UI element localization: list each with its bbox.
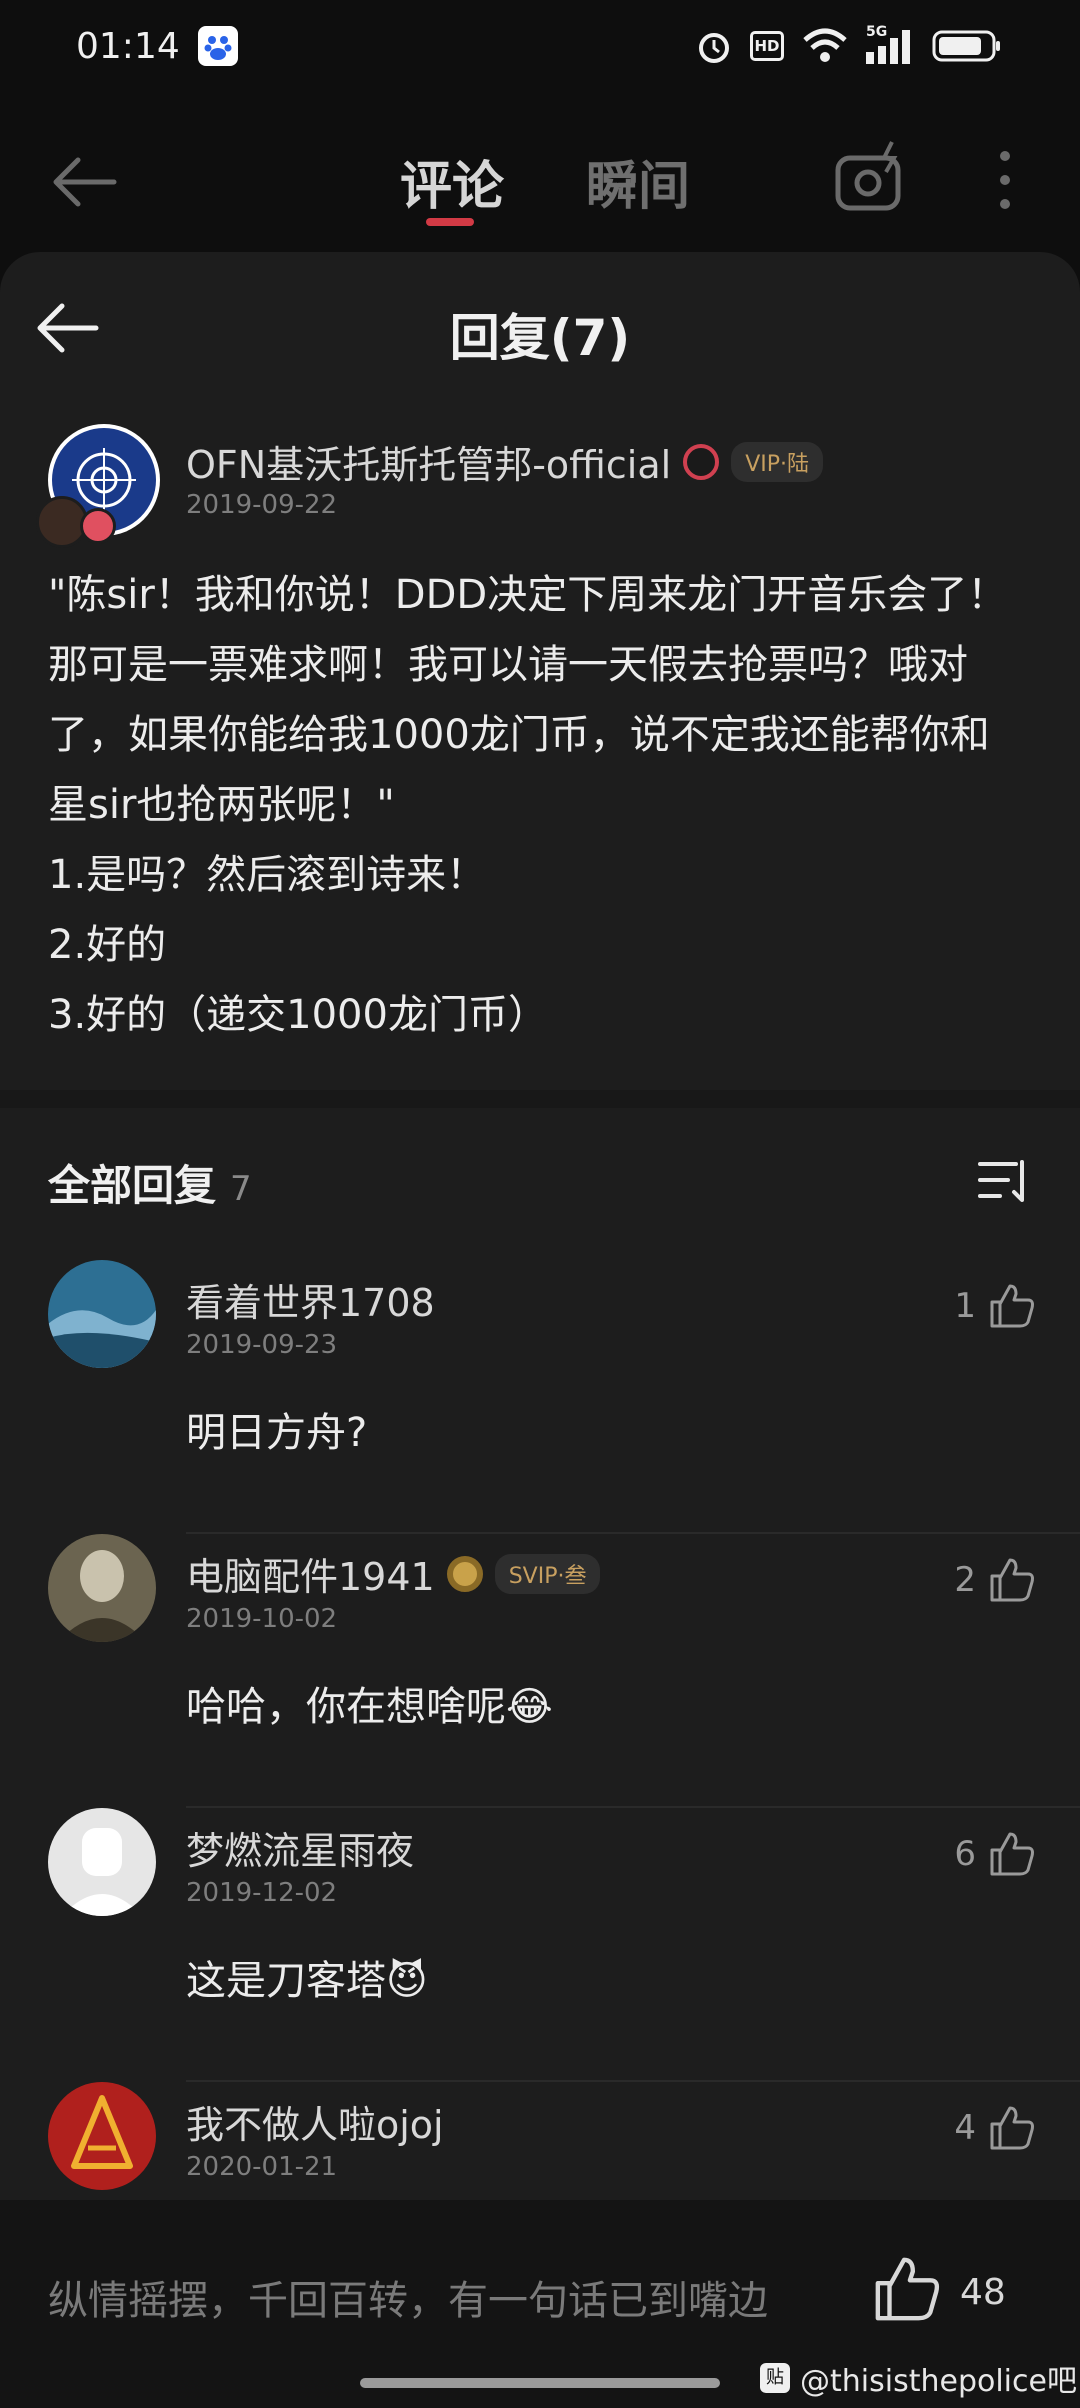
reply-text: 哈哈，你在想啥呢😂: [186, 1684, 553, 1730]
camera-icon[interactable]: [830, 138, 910, 218]
reply-text: 这是刀客塔😈: [186, 1958, 428, 2004]
thumbs-up-icon[interactable]: [872, 2254, 942, 2324]
like-button[interactable]: 4: [954, 2104, 1036, 2152]
reply-sheet: 回复(7) OFN基沃托斯托管邦-official VIP·陆 2019-09-…: [0, 252, 1080, 2408]
watermark-text: @thisisthepolice吧: [800, 2364, 1077, 2399]
reply-date: 2019-12-02: [186, 1878, 338, 1908]
watermark: 贴 @thisisthepolice吧: [760, 2356, 1077, 2400]
main-comment-username[interactable]: OFN基沃托斯托管邦-official: [186, 434, 671, 489]
like-count: 6: [954, 1834, 976, 1874]
main-comment-text: "陈sir！我和你说！DDD决定下周来龙门开音乐会了！ 那可是一票难求啊！我可以…: [48, 560, 1038, 1050]
reply-item[interactable]: 电脑配件1941 SVIP·叁 2019-10-02 哈哈，你在想啥呢😂 2: [0, 1534, 1080, 1808]
comment-line: 3.好的（递交1000龙门币）: [48, 992, 548, 1038]
vip-disc-icon: [683, 443, 720, 480]
reply-item[interactable]: 梦燃流星雨夜 2019-12-02 这是刀客塔😈 6: [0, 1808, 1080, 2082]
all-replies-header: 全部回复 7: [48, 1152, 252, 1213]
reply-username[interactable]: 我不做人啦ojoj: [186, 2094, 444, 2149]
svip-badge: SVIP·叁: [494, 1553, 601, 1594]
music-badge-icon: [80, 508, 116, 544]
back-arrow-icon[interactable]: [44, 142, 124, 222]
comment-line: "陈sir！我和你说！DDD决定下周来龙门开音乐会了！: [48, 572, 1008, 618]
tieba-logo-icon: 贴: [760, 2363, 790, 2393]
comment-line: 1.是吗？然后滚到诗来！: [48, 852, 487, 898]
tab-moments[interactable]: 瞬间: [586, 144, 690, 219]
tab-comments[interactable]: 评论: [400, 144, 504, 219]
sheet-title: 回复(7): [449, 309, 631, 367]
reply-item[interactable]: 看着世界1708 2019-09-23 明日方舟? 1: [0, 1260, 1080, 1534]
thumbs-up-icon: [990, 1832, 1034, 1876]
top-nav-bar: 评论 瞬间: [0, 100, 1080, 250]
like-count: 4: [954, 2108, 976, 2148]
comment-line: 了，如果你能给我1000龙门币，说不定我还能帮你和: [48, 712, 990, 758]
more-options-icon[interactable]: [990, 140, 1020, 220]
thumbs-up-icon: [990, 2106, 1034, 2150]
reply-text: 明日方舟?: [186, 1410, 368, 1456]
reply-username[interactable]: 看着世界1708: [186, 1272, 435, 1327]
battery-icon: [932, 30, 1000, 62]
comment-line: 星sir也抢两张呢！": [48, 782, 395, 828]
thumbs-up-icon: [990, 1284, 1034, 1328]
alarm-icon: [699, 33, 729, 63]
avatar[interactable]: [48, 2082, 156, 2190]
bottom-input-bar: 纵情摇摆，千回百转，有一句话已到嘴边 48 贴 @thisisthepolice…: [0, 2200, 1080, 2408]
like-button[interactable]: 1: [954, 1282, 1036, 1330]
reply-username[interactable]: 电脑配件1941: [186, 1546, 435, 1601]
status-time: 01:14: [76, 26, 180, 67]
wifi-icon: [803, 28, 847, 62]
signal-5g-icon: 5G: [866, 24, 914, 64]
like-count: 2: [954, 1560, 976, 1600]
thumbs-up-icon: [990, 1558, 1034, 1602]
avatar[interactable]: [48, 1260, 156, 1368]
all-replies-count: 7: [230, 1169, 252, 1209]
total-like-count: 48: [960, 2272, 1006, 2313]
home-indicator[interactable]: [360, 2378, 720, 2388]
all-replies-title: 全部回复: [48, 1161, 217, 1210]
reply-input[interactable]: 纵情摇摆，千回百转，有一句话已到嘴边: [48, 2268, 768, 2326]
reply-date: 2019-09-23: [186, 1330, 338, 1360]
like-button[interactable]: 2: [954, 1556, 1036, 1604]
reply-date: 2019-10-02: [186, 1604, 338, 1634]
active-tab-indicator: [426, 218, 474, 226]
comment-line: 那可是一票难求啊！我可以请一天假去抢票吗？哦对: [48, 642, 968, 688]
like-count: 1: [954, 1286, 976, 1326]
vip-badge: VIP·陆: [731, 441, 823, 482]
reply-date: 2020-01-21: [186, 2152, 338, 2182]
sheet-header: 回复(7): [0, 252, 1080, 402]
section-divider: [0, 1090, 1080, 1108]
sort-icon[interactable]: [976, 1154, 1032, 1210]
svip-disc-icon: [446, 1555, 483, 1592]
avatar[interactable]: [48, 1534, 156, 1642]
status-bar: 01:14 HD 5G: [0, 0, 1080, 100]
main-comment-date: 2019-09-22: [186, 490, 338, 520]
like-button[interactable]: 6: [954, 1830, 1036, 1878]
hd-icon: HD: [750, 31, 784, 61]
baidu-app-icon: [198, 26, 238, 66]
avatar[interactable]: [48, 1808, 156, 1916]
comment-line: 2.好的: [48, 922, 167, 968]
reply-username[interactable]: 梦燃流星雨夜: [186, 1820, 414, 1875]
